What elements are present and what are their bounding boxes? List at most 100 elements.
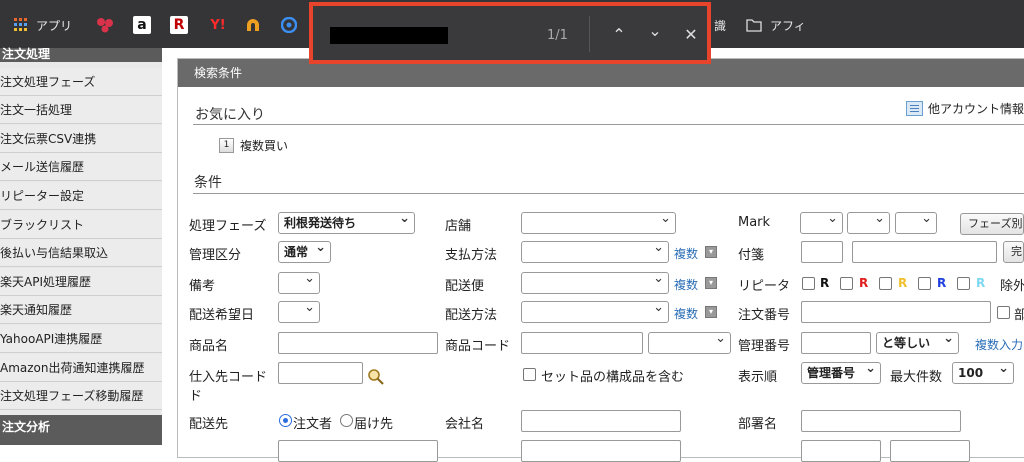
- control-no-input[interactable]: [801, 332, 871, 354]
- find-divider: [589, 16, 590, 52]
- ship-date-select[interactable]: [278, 301, 320, 323]
- apps-grid-icon: [12, 16, 30, 34]
- chevron-up-icon: ⌃: [612, 25, 626, 44]
- company-input[interactable]: [521, 410, 681, 432]
- mgmt-label: 管理区分: [189, 248, 242, 263]
- row8-input-1[interactable]: [278, 440, 438, 462]
- store-select[interactable]: [521, 212, 676, 234]
- repeater-label: リピータ: [738, 279, 791, 294]
- tag-label: 付箋: [738, 248, 765, 263]
- find-close-button[interactable]: ✕: [681, 24, 701, 46]
- bookmark-rakuten[interactable]: R: [170, 14, 188, 36]
- repeater-checkbox-3[interactable]: [879, 277, 892, 290]
- ship-method-multi-icon[interactable]: ▾: [705, 306, 717, 318]
- phase-other-button[interactable]: フェーズ別: [960, 213, 1024, 235]
- sidebar-item-rakuten-api-history[interactable]: 楽天API処理履歴: [0, 268, 162, 296]
- row8-input-4[interactable]: [890, 440, 970, 462]
- bookmark-yahoo[interactable]: Y!: [207, 14, 229, 36]
- repeater-mark-1: R: [820, 276, 830, 290]
- mgmt-select[interactable]: 通常: [278, 241, 331, 263]
- max-count-select[interactable]: 100: [952, 362, 1014, 384]
- control-match-select[interactable]: と等しい: [876, 332, 959, 354]
- other-account-link[interactable]: 他アカウント情報: [906, 100, 1024, 117]
- complete-button[interactable]: 完: [1003, 241, 1024, 263]
- find-prev-button[interactable]: ⌃: [609, 24, 629, 46]
- find-bar: 1/1 ⌃ ⌄ ✕: [309, 2, 711, 64]
- repeater-checkbox-1[interactable]: [802, 277, 815, 290]
- search-icon[interactable]: [367, 368, 385, 386]
- pay-label: 支払方法: [445, 248, 498, 263]
- product-code-label: 商品コード: [445, 339, 511, 354]
- chevron-down-icon: ⌄: [648, 21, 662, 40]
- sidebar-item-credit-import[interactable]: 後払い与信結果取込: [0, 239, 162, 267]
- mark-label: Mark: [738, 215, 771, 230]
- dest-radio-orderer[interactable]: [279, 414, 292, 427]
- bookmark-apps[interactable]: アプリ: [12, 14, 72, 36]
- sidebar-item-mail-history[interactable]: メール送信履歴: [0, 153, 162, 181]
- bookmark-blue[interactable]: [280, 14, 298, 36]
- repeater-checkbox-2[interactable]: [840, 277, 853, 290]
- sidebar-item-blacklist[interactable]: ブラックリスト: [0, 211, 162, 239]
- find-input[interactable]: [330, 27, 448, 44]
- close-icon: ✕: [684, 25, 698, 44]
- ship-method-multi-link[interactable]: 複数: [674, 305, 698, 322]
- product-name-input[interactable]: [278, 332, 438, 354]
- bookmark-folder-affiliate[interactable]: アフィ: [745, 14, 806, 36]
- sidebar-item-phase-move-history[interactable]: 注文処理フェーズ移動履歴: [0, 382, 162, 410]
- dest-radio-recipient[interactable]: [340, 414, 353, 427]
- supplier-code-input[interactable]: [278, 362, 363, 384]
- order-by-select[interactable]: 管理番号: [801, 362, 881, 384]
- other-account-label: 他アカウント情報: [928, 102, 1024, 116]
- control-no-label: 管理番号: [738, 339, 791, 354]
- ship-label: 配送便: [445, 279, 485, 294]
- favorite-item[interactable]: 1 複数買い: [219, 137, 288, 154]
- store-label: 店舗: [445, 219, 472, 234]
- product-code-input[interactable]: [521, 332, 643, 354]
- sidebar-item-csv-integration[interactable]: 注文伝票CSV連携: [0, 125, 162, 153]
- bookmark-partial[interactable]: 識: [714, 14, 726, 36]
- order-no-checkbox[interactable]: [997, 306, 1010, 319]
- find-next-button[interactable]: ⌄: [645, 20, 665, 42]
- product-code-select[interactable]: [648, 332, 731, 354]
- ship-multi-link[interactable]: 複数: [674, 276, 698, 293]
- sidebar: 注文処理 注文処理フェーズ 注文一括処理 注文伝票CSV連携 メール送信履歴 リ…: [0, 48, 162, 445]
- order-no-input[interactable]: [801, 301, 991, 323]
- bookmark-red-dots[interactable]: [96, 14, 114, 36]
- phase-label: 処理フェーズ: [189, 219, 267, 234]
- repeater-checkbox-4[interactable]: [918, 277, 931, 290]
- pay-multi-icon[interactable]: ▾: [705, 246, 717, 258]
- pay-select[interactable]: [521, 241, 669, 263]
- sidebar-item-order-phase[interactable]: 注文処理フェーズ: [0, 68, 162, 96]
- sidebar-item-repeater-settings[interactable]: リピーター設定: [0, 182, 162, 210]
- folder-icon: [745, 16, 763, 34]
- favorite-item-label: 複数買い: [240, 139, 289, 153]
- ship-method-label: 配送方法: [445, 308, 498, 323]
- pay-multi-link[interactable]: 複数: [674, 245, 698, 262]
- repeater-checkbox-5[interactable]: [957, 277, 970, 290]
- bookmark-amazon[interactable]: a: [133, 14, 151, 36]
- set-item-checkbox[interactable]: [523, 368, 536, 381]
- mark-select-3[interactable]: [895, 212, 937, 234]
- note-select[interactable]: [278, 272, 320, 294]
- phase-select[interactable]: 利根発送待ち: [278, 212, 415, 234]
- note-label: 備考: [189, 279, 216, 294]
- dest-radio-recipient-label: 届け先: [354, 417, 394, 432]
- tag-input-1[interactable]: [801, 241, 843, 263]
- conditions-title: 条件: [194, 175, 222, 191]
- row8-input-3[interactable]: [801, 440, 881, 462]
- sidebar-item-rakuten-notify-history[interactable]: 楽天通知履歴: [0, 296, 162, 324]
- dept-input[interactable]: [801, 410, 961, 432]
- ship-multi-icon[interactable]: ▾: [705, 277, 717, 289]
- tag-input-2[interactable]: [852, 241, 997, 263]
- bookmark-orange[interactable]: [244, 14, 262, 36]
- sidebar-item-yahoo-api-history[interactable]: YahooAPI連携履歴: [0, 325, 162, 353]
- row8-input-2[interactable]: [521, 440, 681, 462]
- sidebar-item-amazon-shipping-history[interactable]: Amazon出荷通知連携履歴: [0, 354, 162, 382]
- mark-select-1[interactable]: [800, 212, 843, 234]
- multi-input-link[interactable]: 複数入力: [975, 336, 1023, 353]
- ship-select[interactable]: [521, 272, 669, 294]
- mark-select-2[interactable]: [847, 212, 890, 234]
- compass-icon: [280, 16, 298, 34]
- ship-method-select[interactable]: [521, 301, 669, 323]
- sidebar-item-bulk-processing[interactable]: 注文一括処理: [0, 96, 162, 124]
